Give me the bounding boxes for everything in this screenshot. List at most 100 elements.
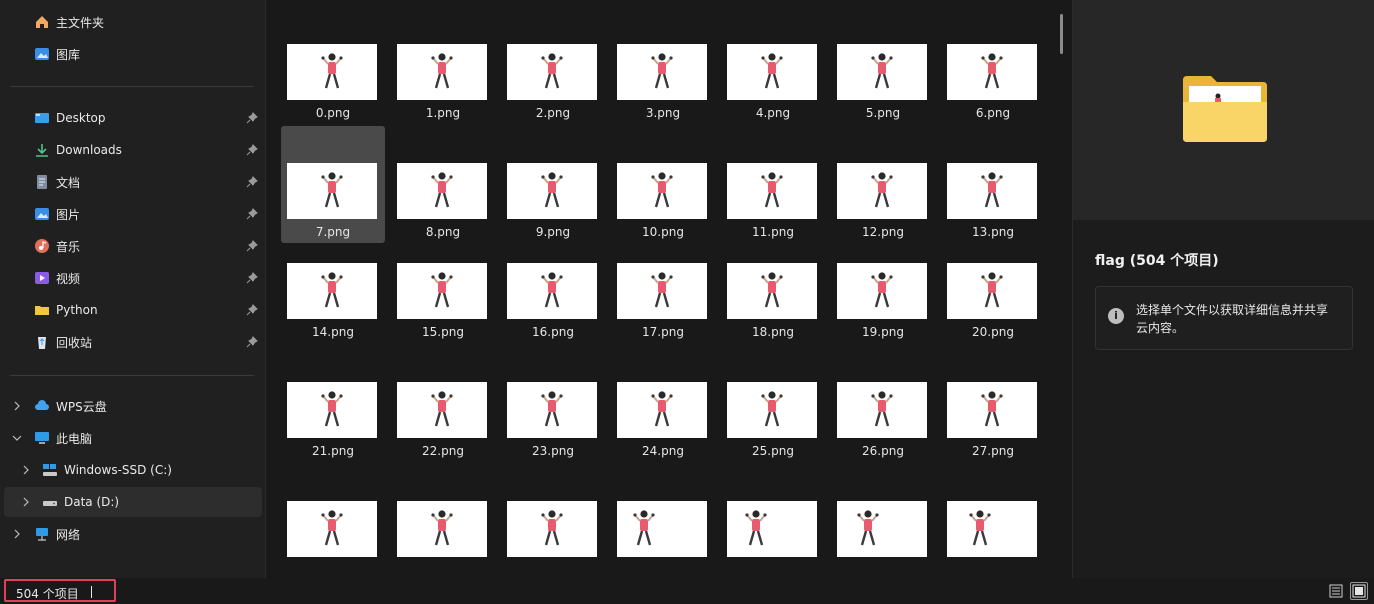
file-thumbnail [287,501,377,557]
nav-item-network[interactable]: 网络 [4,519,262,549]
file-tile[interactable]: 15.png [391,245,495,362]
file-tile[interactable]: 9.png [501,126,605,243]
figure-image [981,391,1003,427]
figure-image [969,510,991,546]
file-tile[interactable] [501,483,605,578]
file-tile[interactable]: 12.png [831,126,935,243]
file-name: 15.png [422,325,464,339]
nav-item-wps-cloud[interactable]: WPS云盘 [4,391,262,421]
file-name: 24.png [642,444,684,458]
nav-item-this-pc[interactable]: 此电脑 [4,423,262,453]
details-view-button[interactable] [1327,582,1345,600]
file-name: 26.png [862,444,904,458]
nav-item-music[interactable]: 音乐 [4,231,262,261]
figure-image [761,172,783,208]
nav-item-pictures[interactable]: 图片 [4,199,262,229]
nav-item-drive-c[interactable]: Windows-SSD (C:) [4,455,262,485]
nav-label: Python [56,303,98,317]
nav-label: 图片 [56,207,81,222]
file-tile[interactable]: 13.png [941,126,1045,243]
pin-icon[interactable] [246,176,258,188]
figure-image [871,172,893,208]
list-view-icon [1329,584,1343,598]
nav-item-documents[interactable]: 文档 [4,167,262,197]
figure-image [745,510,767,546]
file-name: 23.png [532,444,574,458]
file-tile[interactable] [941,483,1045,578]
file-tile[interactable] [391,483,495,578]
file-tile[interactable]: 20.png [941,245,1045,362]
nav-item-videos[interactable]: 视频 [4,263,262,293]
file-grid: 0.png 1.png 2.png 3.png 4.png 5.png 6.png 7.png… [267,0,1069,578]
file-tile[interactable]: 7.png [281,126,385,243]
file-tile[interactable] [611,483,715,578]
file-tile[interactable]: 11.png [721,126,825,243]
chevron-down-icon[interactable] [11,432,23,444]
file-tile[interactable]: 10.png [611,126,715,243]
file-tile[interactable]: 25.png [721,364,825,481]
file-tile[interactable]: 26.png [831,364,935,481]
pin-icon[interactable] [246,112,258,124]
large-icons-view-button[interactable] [1350,582,1368,600]
nav-item-python[interactable]: Python [4,295,262,325]
file-name: 0.png [315,106,351,120]
file-tile[interactable]: 14.png [281,245,385,362]
downloads-icon [34,142,50,158]
figure-image [321,391,343,427]
file-name: 1.png [425,106,461,120]
file-tile[interactable]: 17.png [611,245,715,362]
file-tile[interactable]: 22.png [391,364,495,481]
file-tile[interactable]: 19.png [831,245,935,362]
figure-image [431,272,453,308]
scrollbar-thumb[interactable] [1060,14,1063,54]
file-tile[interactable] [281,483,385,578]
pin-icon[interactable] [246,336,258,348]
nav-item-downloads[interactable]: Downloads [4,135,262,165]
nav-item-recycle-bin[interactable]: 回收站 [4,327,262,357]
file-name: 12.png [862,225,904,239]
file-thumbnail [947,501,1037,557]
nav-item-drive-d[interactable]: Data (D:) [4,487,262,517]
figure-image [871,391,893,427]
file-name: 4.png [755,106,791,120]
pin-icon[interactable] [246,208,258,220]
nav-label: 网络 [56,527,81,542]
pin-icon[interactable] [246,272,258,284]
nav-item-desktop[interactable]: Desktop [4,103,262,133]
nav-label: Downloads [56,143,122,157]
nav-item-gallery[interactable]: 图库 [4,39,262,69]
documents-icon [34,174,50,190]
figure-image [321,53,343,89]
chevron-right-icon[interactable] [20,496,32,508]
file-name: 19.png [862,325,904,339]
file-tile[interactable]: 8.png [391,126,495,243]
videos-icon [34,270,50,286]
file-thumbnail [727,44,817,100]
file-tile[interactable] [721,483,825,578]
file-thumbnail [947,263,1037,319]
chevron-right-icon[interactable] [11,400,23,412]
file-tile[interactable]: 21.png [281,364,385,481]
figure-image [431,391,453,427]
chevron-right-icon[interactable] [20,464,32,476]
chevron-right-icon[interactable] [11,528,23,540]
file-tile[interactable]: 16.png [501,245,605,362]
file-tile[interactable]: 18.png [721,245,825,362]
file-tile[interactable]: 27.png [941,364,1045,481]
file-tile[interactable]: 24.png [611,364,715,481]
pin-icon[interactable] [246,144,258,156]
file-thumbnail [837,263,927,319]
nav-label: WPS云盘 [56,399,107,414]
info-icon: i [1108,308,1124,324]
file-name: 10.png [642,225,684,239]
nav-label: 文档 [56,175,81,190]
desktop-icon [34,110,50,126]
file-tile[interactable] [831,483,935,578]
file-tile[interactable]: 23.png [501,364,605,481]
nav-item-home[interactable]: 主文件夹 [4,7,262,37]
file-thumbnail [287,263,377,319]
pin-icon[interactable] [246,240,258,252]
file-thumbnail [397,44,487,100]
pictures-icon [34,206,50,222]
pin-icon[interactable] [246,304,258,316]
